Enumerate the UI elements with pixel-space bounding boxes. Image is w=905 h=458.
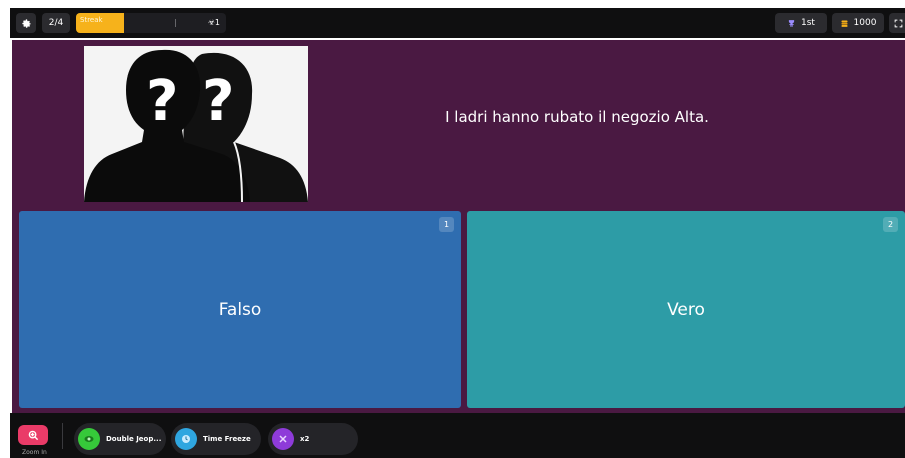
coins-badge[interactable]: 1000 [832, 13, 884, 33]
fullscreen-icon [894, 19, 902, 27]
question-counter: 2/4 [42, 13, 70, 33]
answer-number-badge: 1 [439, 217, 454, 232]
rank-badge[interactable]: 1st [775, 13, 827, 33]
streak-label: Streak [80, 16, 103, 24]
question-text: I ladri hanno rubato il negozio Alta. [445, 108, 709, 126]
zoom-in-icon [28, 430, 38, 440]
gear-icon [21, 18, 31, 28]
multiplier-icon [272, 428, 294, 450]
rank-text: 1st [801, 18, 815, 28]
question-panel: ? ? I ladri hanno rubato il negozio Alta… [12, 40, 905, 413]
fullscreen-button[interactable] [889, 13, 905, 33]
silhouette-question-image: ? ? [84, 46, 308, 203]
powerup-double-jeopardy[interactable]: Double Jeop... [74, 423, 166, 455]
question-counter-text: 2/4 [48, 18, 64, 28]
powerup-label: Time Freeze [203, 435, 251, 443]
bottom-bar: Zoom In Double Jeop... Time Freeze x2 [10, 413, 905, 458]
powerup-time-freeze[interactable]: Time Freeze [171, 423, 261, 455]
zoom-in-label: Zoom In [22, 449, 47, 456]
svg-text:?: ? [146, 69, 178, 134]
streak-bar: Streak ☣1 [76, 13, 226, 33]
settings-button[interactable] [16, 13, 36, 33]
question-image: ? ? [84, 46, 308, 203]
streak-count: ☣1 [207, 18, 220, 27]
answer-option-2[interactable]: 2 Vero [467, 211, 905, 408]
double-jeopardy-icon [78, 428, 100, 450]
zoom-in-button[interactable] [18, 425, 48, 445]
answer-number-badge: 2 [883, 217, 898, 232]
svg-text:?: ? [202, 69, 234, 134]
coins-text: 1000 [853, 18, 877, 28]
answer-option-1[interactable]: 1 Falso [19, 211, 461, 408]
powerup-label: Double Jeop... [106, 435, 162, 443]
trophy-icon [788, 19, 795, 26]
coin-stack-icon [841, 20, 848, 27]
streak-tick [175, 19, 176, 27]
answer-label: Vero [667, 299, 705, 320]
powerup-label: x2 [300, 435, 310, 443]
time-freeze-icon [175, 428, 197, 450]
divider [62, 423, 63, 449]
top-bar: 2/4 Streak ☣1 1st 1000 [10, 8, 905, 38]
powerup-multiplier[interactable]: x2 [268, 423, 358, 455]
answer-label: Falso [218, 299, 262, 320]
